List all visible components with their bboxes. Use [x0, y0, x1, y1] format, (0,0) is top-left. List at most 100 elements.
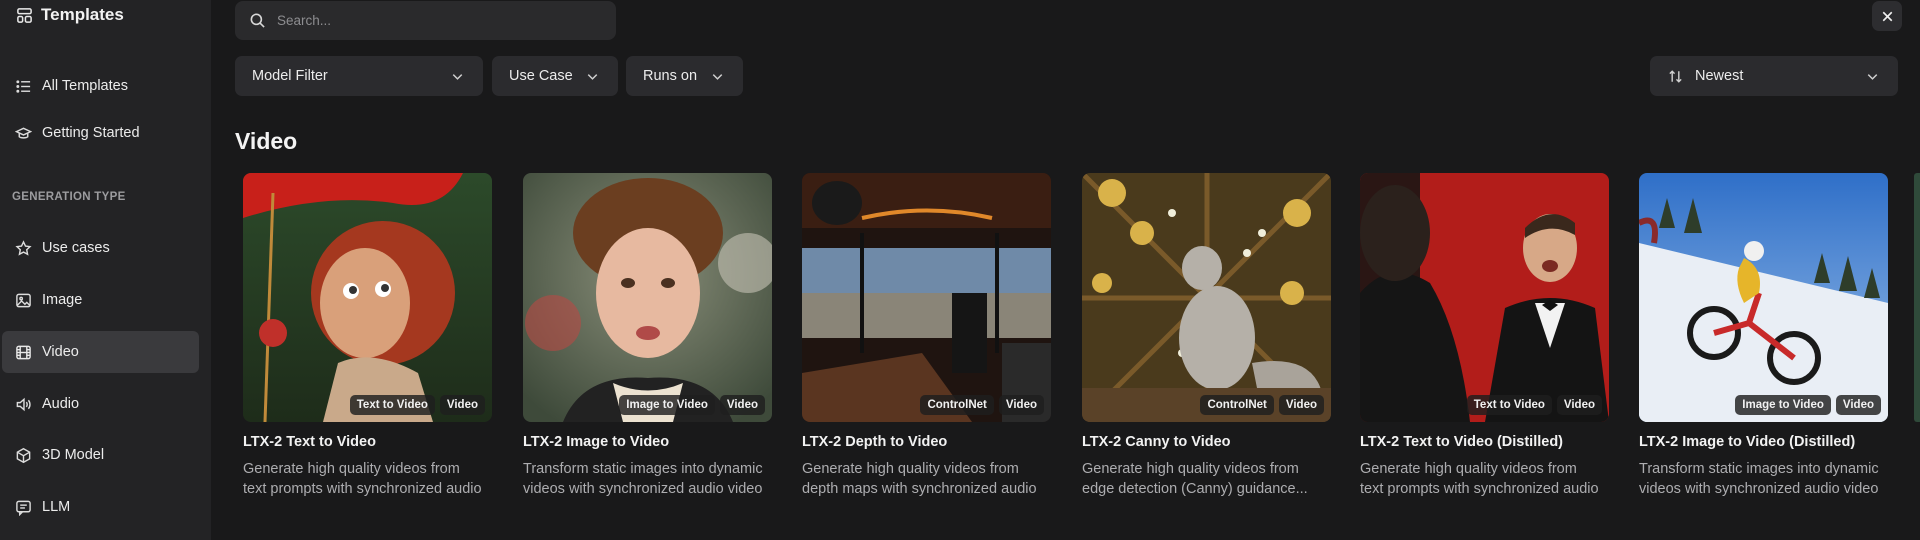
sidebar-item-getting-started[interactable]: Getting Started: [2, 112, 199, 154]
card-description-line: Generate high quality videos from: [243, 461, 460, 477]
film-icon: [15, 344, 32, 361]
card-description-line: Transform static images into dynamic: [523, 461, 763, 477]
sort-dropdown[interactable]: Newest: [1650, 56, 1898, 96]
card-title: LTX-2 Image to Video: [523, 434, 670, 450]
sidebar-item-label: Image: [42, 292, 83, 308]
card-tags: Text to Video Video: [349, 395, 485, 415]
card-thumbnail: Image to Video Video: [523, 173, 772, 422]
card-title: LTX-2 Text to Video (Distilled): [1360, 434, 1564, 450]
card-description: Generate high quality videos from depth …: [802, 459, 1051, 499]
card-tag: Image to Video: [619, 395, 715, 415]
search-icon: [249, 12, 266, 29]
card-tag: Video: [719, 395, 765, 415]
card-title: LTX-2 Image to Video (Distilled): [1639, 434, 1856, 450]
card-tag: Video: [998, 395, 1044, 415]
card-tags: Text to Video Video: [1466, 395, 1602, 415]
runs-on-dropdown[interactable]: Runs on: [626, 56, 743, 96]
template-card[interactable]: Image to Video Video LTX-2 Image to Vide…: [523, 173, 772, 499]
card-thumbnail: ControlNet Video: [802, 173, 1051, 422]
sidebar-item-label: 3D Model: [42, 447, 105, 463]
sidebar-item-3d-model[interactable]: 3D Model: [2, 434, 199, 476]
chevron-down-icon: [709, 68, 726, 85]
chevron-down-icon: [1864, 68, 1881, 85]
sidebar-item-video[interactable]: Video: [2, 331, 199, 373]
templates-icon: [16, 7, 33, 24]
sidebar-item-audio[interactable]: Audio: [2, 383, 199, 425]
card-description-line: text prompts with synchronized audio: [243, 481, 482, 497]
sidebar-item-image[interactable]: Image: [2, 279, 199, 321]
search-input[interactable]: [277, 13, 597, 28]
card-tag: Text to Video: [1466, 395, 1552, 415]
card-description-line: text prompts with synchronized audio: [1360, 481, 1599, 497]
chevron-down-icon: [584, 68, 601, 85]
card-description-line: Transform static images into dynamic: [1639, 461, 1879, 477]
card-tag: ControlNet: [920, 395, 994, 415]
close-button[interactable]: [1872, 1, 1902, 31]
list-icon: [15, 78, 32, 95]
sidebar-item-label: All Templates: [42, 78, 128, 94]
sort-label: Newest: [1695, 68, 1744, 84]
card-description: Generate high quality videos from text p…: [1360, 459, 1609, 499]
card-title: LTX-2 Canny to Video: [1082, 434, 1231, 450]
card-description-line: Generate high quality videos from: [802, 461, 1019, 477]
use-case-label: Use Case: [509, 68, 573, 84]
main-content: Model Filter Use Case Runs on Newest Vid…: [211, 0, 1920, 540]
model-filter-dropdown[interactable]: Model Filter: [235, 56, 483, 96]
template-card[interactable]: ControlNet Video LTX-2 Depth to Video Ge…: [802, 173, 1051, 499]
card-tag: Video: [1835, 395, 1881, 415]
card-tag: Video: [1278, 395, 1324, 415]
sidebar-item-llm[interactable]: LLM: [2, 486, 199, 528]
sidebar-title: Templates: [41, 5, 124, 24]
star-icon: [15, 239, 32, 257]
card-description-line: videos with synchronized audio video: [1639, 481, 1879, 497]
chevron-down-icon: [449, 68, 466, 85]
card-description-line: Generate high quality videos from: [1360, 461, 1577, 477]
card-description: Transform static images into dynamic vid…: [1639, 459, 1888, 499]
card-title: LTX-2 Depth to Video: [802, 434, 948, 450]
section-title: Video: [235, 128, 298, 154]
cube-icon: [15, 447, 32, 464]
card-description: Transform static images into dynamic vid…: [523, 459, 772, 499]
card-thumbnail: Text to Video Video: [243, 173, 492, 422]
card-tag: Image to Video: [1735, 395, 1831, 415]
graduation-cap-icon: [15, 125, 32, 142]
runs-on-label: Runs on: [643, 68, 698, 84]
template-card[interactable]: Text to Video Video LTX-2 Text to Video …: [243, 173, 492, 499]
card-description-line: depth maps with synchronized audio: [802, 481, 1037, 497]
sidebar-header: Templates: [16, 5, 124, 25]
card-title: LTX-2 Text to Video: [243, 434, 376, 450]
model-filter-label: Model Filter: [252, 68, 328, 84]
card-thumbnail: Text to Video Video: [1360, 173, 1609, 422]
card-description: Generate high quality videos from edge d…: [1082, 459, 1331, 499]
sidebar-item-label: Video: [42, 344, 79, 360]
search-bar[interactable]: [235, 1, 616, 40]
template-card[interactable]: Text to Video Video LTX-2 Text to Video …: [1360, 173, 1609, 499]
sidebar-item-all-templates[interactable]: All Templates: [2, 65, 199, 107]
card-tag: Video: [439, 395, 485, 415]
card-tag: ControlNet: [1200, 395, 1274, 415]
card-tag: Video: [1556, 395, 1602, 415]
card-description: Generate high quality videos from text p…: [243, 459, 492, 499]
next-card-peek: [1914, 173, 1920, 422]
card-tags: Image to Video Video: [1735, 395, 1881, 415]
card-tag: Text to Video: [349, 395, 435, 415]
close-icon: [1879, 8, 1896, 25]
sidebar-item-use-cases[interactable]: Use cases: [2, 227, 199, 269]
template-card[interactable]: ControlNet Video LTX-2 Canny to Video Ge…: [1082, 173, 1331, 499]
card-description-line: Generate high quality videos from: [1082, 461, 1299, 477]
chat-icon: [15, 499, 32, 516]
card-description-line: edge detection (Canny) guidance...: [1082, 481, 1308, 497]
card-tags: Image to Video Video: [619, 395, 765, 415]
image-icon: [15, 292, 32, 309]
template-card[interactable]: Image to Video Video LTX-2 Image to Vide…: [1639, 173, 1888, 499]
speaker-icon: [15, 396, 32, 413]
sidebar-item-label: Getting Started: [42, 125, 140, 141]
section-label-generation-type: GENERATION TYPE: [12, 191, 126, 203]
use-case-dropdown[interactable]: Use Case: [492, 56, 618, 96]
sidebar-item-label: Use cases: [42, 240, 110, 256]
sort-arrows-icon: [1667, 68, 1684, 85]
card-thumbnail: Image to Video Video: [1639, 173, 1888, 422]
sidebar: Templates All Templates Getting Started …: [0, 0, 211, 540]
sidebar-item-label: Audio: [42, 396, 80, 412]
card-tags: ControlNet Video: [1200, 395, 1324, 415]
